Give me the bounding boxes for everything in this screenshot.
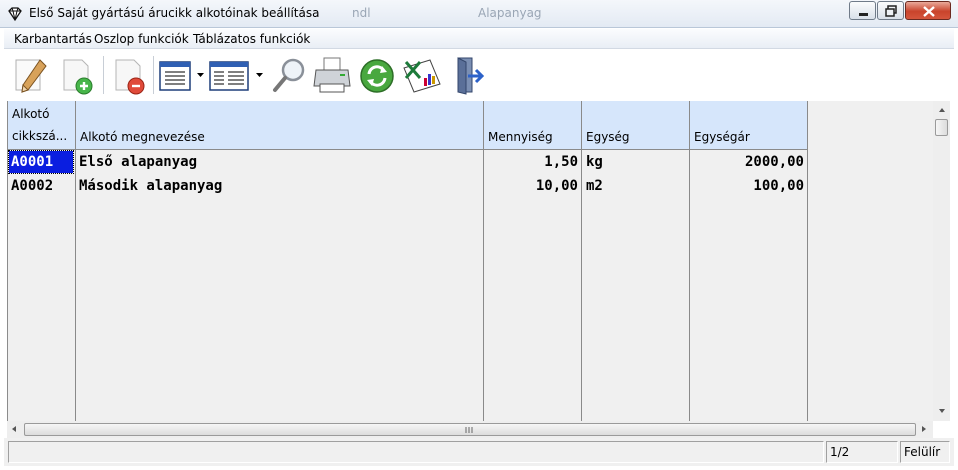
excel-export-button[interactable]: [400, 54, 442, 96]
restore-icon: [885, 5, 897, 17]
column-header-unit-label: Egység: [586, 130, 630, 144]
title-bar: Első Saját gyártású árucikk alkotóinak b…: [0, 0, 958, 28]
horizontal-scrollbar[interactable]: [7, 421, 933, 438]
column-header-unit-price-label: Egységár: [694, 130, 750, 144]
toolbar: [4, 50, 954, 100]
delete-button[interactable]: [108, 54, 150, 96]
edit-mode-indicator: Felülír: [900, 441, 950, 463]
data-grid: Alkotó cikkszá... Alkotó megnevezése Men…: [7, 101, 933, 421]
exit-button[interactable]: [448, 54, 490, 96]
table-row-1-name[interactable]: Első alapanyag: [79, 151, 479, 173]
scroll-up-icon[interactable]: [939, 108, 945, 112]
search-button[interactable]: [269, 54, 311, 96]
table-row-2-code[interactable]: A0002: [11, 175, 73, 197]
edit-pencil-icon: [15, 59, 47, 93]
title-ghost-left: ndl: [352, 6, 371, 20]
exit-door-icon: [457, 57, 485, 95]
refresh-icon: [360, 59, 394, 93]
column-header-quantity-label: Mennyiség: [488, 130, 553, 144]
diamond-app-icon: [8, 7, 22, 22]
column-view-icon: [159, 61, 191, 91]
menu-tablazatos-funkciok[interactable]: Táblázatos funkciók: [193, 32, 310, 46]
minimize-button[interactable]: [849, 1, 876, 20]
printer-icon: [313, 57, 351, 93]
column-header-code[interactable]: Alkotó cikkszá...: [8, 101, 76, 150]
add-button[interactable]: [56, 54, 98, 96]
grip-icon: [465, 427, 473, 433]
menu-bar: Karbantartás Oszlop funkciók Táblázatos …: [4, 29, 954, 49]
toolbar-separator: [103, 56, 104, 94]
menu-karbantartas[interactable]: Karbantartás: [14, 32, 92, 46]
print-button[interactable]: [312, 54, 354, 96]
vertical-scroll-thumb[interactable]: [935, 119, 948, 136]
close-button[interactable]: [905, 1, 951, 20]
table-row-2-name[interactable]: Második alapanyag: [79, 175, 479, 197]
toolbar-separator: [153, 56, 154, 94]
refresh-button[interactable]: [356, 54, 398, 96]
column-header-code-line2: cikkszá...: [12, 129, 68, 143]
scroll-right-icon[interactable]: [922, 426, 926, 432]
chevron-down-icon[interactable]: [197, 73, 204, 78]
record-counter: 1/2: [826, 441, 898, 463]
table-row-2-unit-price[interactable]: 100,00: [690, 175, 804, 197]
scroll-left-icon[interactable]: [12, 426, 16, 432]
edit-button[interactable]: [10, 54, 52, 96]
column-header-unit-price[interactable]: Egységár: [690, 101, 808, 150]
horizontal-scroll-thumb[interactable]: [24, 423, 916, 436]
window-title: Első Saját gyártású árucikk alkotóinak b…: [29, 6, 320, 20]
vertical-scrollbar[interactable]: [933, 101, 950, 421]
column-view-button[interactable]: [156, 54, 198, 96]
scroll-down-icon[interactable]: [939, 409, 945, 413]
table-row-2-unit[interactable]: m2: [586, 175, 686, 197]
status-bar: 1/2 Felülír: [4, 438, 954, 466]
column-header-code-line1: Alkotó: [12, 107, 50, 121]
table-row-1-quantity[interactable]: 1,50: [484, 151, 578, 173]
table-row-1-unit-price[interactable]: 2000,00: [690, 151, 804, 173]
add-document-icon: [63, 59, 93, 95]
column-header-name-label: Alkotó megnevezése: [80, 130, 205, 144]
table-view-icon: [209, 61, 249, 91]
delete-document-icon: [115, 59, 145, 95]
excel-export-icon: [403, 59, 441, 93]
table-row-2-quantity[interactable]: 10,00: [484, 175, 578, 197]
column-header-name[interactable]: Alkotó megnevezése: [76, 101, 484, 150]
maximize-button[interactable]: [877, 1, 904, 20]
close-icon: [923, 6, 935, 17]
minimize-icon: [859, 13, 868, 16]
column-header-quantity[interactable]: Mennyiség: [484, 101, 582, 150]
status-message-panel: [8, 441, 824, 463]
table-row-1-code[interactable]: A0001: [8, 150, 74, 174]
chevron-down-icon[interactable]: [256, 73, 263, 78]
column-header-unit[interactable]: Egység: [582, 101, 690, 150]
menu-oszlop-funkciok[interactable]: Oszlop funkciók: [94, 32, 189, 46]
search-icon: [273, 58, 305, 92]
table-row-1-unit[interactable]: kg: [586, 151, 686, 173]
title-ghost-right: Alapanyag: [478, 6, 542, 20]
table-view-button[interactable]: [208, 54, 250, 96]
